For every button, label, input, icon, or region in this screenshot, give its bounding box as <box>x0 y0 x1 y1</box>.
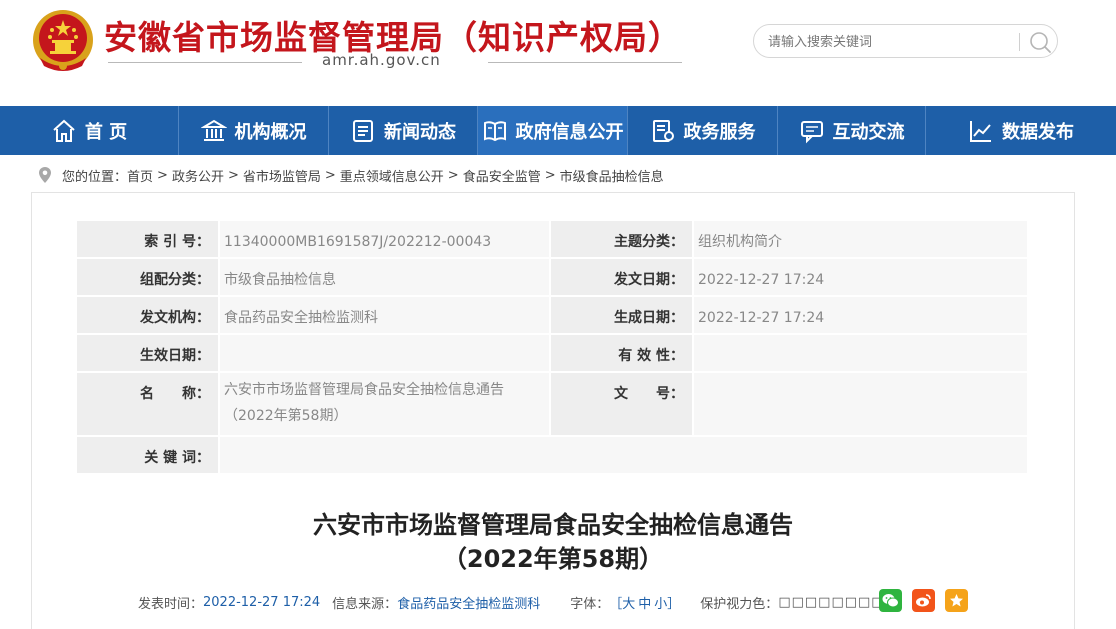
keywords-label: 关 键 词： <box>77 437 220 473</box>
nav-item-data[interactable]: 数据发布 <box>926 106 1116 155</box>
created-label: 生成日期： <box>551 297 694 333</box>
nav-item-home[interactable]: 首 页 <box>0 106 179 155</box>
docno-label: 文 号： <box>551 373 694 435</box>
docno-value <box>694 373 1027 435</box>
article-info-bar: 发表时间： 2022-12-27 17:24 信息来源： 食品药品安全抽检监测科… <box>138 593 898 612</box>
vision-label: 保护视力色： <box>700 596 779 612</box>
nav-label: 政务服务 <box>683 121 756 143</box>
news-icon <box>353 119 373 142</box>
search-divider <box>1019 33 1020 51</box>
search-icon[interactable] <box>1026 28 1054 56</box>
chart-icon <box>970 120 991 142</box>
effective-label: 生效日期： <box>77 335 220 371</box>
breadcrumb-prefix: 您的位置： <box>62 169 128 185</box>
meta-row: 关 键 词： <box>77 437 1029 475</box>
nav-item-news[interactable]: 新闻动态 <box>329 106 478 155</box>
topic-value: 组织机构简介 <box>694 221 1027 257</box>
font-bracket-close: ］ <box>667 596 681 612</box>
nav-label: 政府信息公开 <box>515 121 624 143</box>
location-pin-icon <box>39 167 51 183</box>
breadcrumb-home[interactable]: 首页 <box>127 166 153 185</box>
name-value: 六安市市场监督管理局食品安全抽检信息通告 （2022年第58期） <box>220 373 551 435</box>
index-label: 索 引 号： <box>77 221 220 257</box>
category-label: 组配分类： <box>77 259 220 295</box>
national-emblem-icon <box>33 10 93 71</box>
time-value: 2022-12-27 17:24 <box>203 594 321 610</box>
article-title-line1: 六安市市场监督管理局食品安全抽检信息通告 <box>313 511 793 539</box>
breadcrumb-food-safety[interactable]: 食品安全监管 <box>463 166 541 185</box>
meta-row: 名 称： 六安市市场监督管理局食品安全抽检信息通告 （2022年第58期） 文 … <box>77 373 1029 437</box>
font-small-button[interactable]: 小 <box>654 593 667 612</box>
chat-icon <box>800 120 823 143</box>
site-domain: amr.ah.gov.cn <box>322 51 441 69</box>
meta-row: 发文机构： 食品药品安全抽检监测科 生成日期： 2022-12-27 17:24 <box>77 297 1029 335</box>
source-value: 食品药品安全抽检监测科 <box>397 596 541 612</box>
org-label: 发文机构： <box>77 297 220 333</box>
time-label: 发表时间： <box>138 596 204 612</box>
name-label: 名 称： <box>77 373 220 435</box>
pubdate-value: 2022-12-27 17:24 <box>694 259 1027 295</box>
font-bracket-open: ［ <box>609 596 623 612</box>
open-book-icon <box>483 120 506 141</box>
nav-label: 机构概况 <box>234 121 307 143</box>
share-wechat-button[interactable] <box>879 589 902 612</box>
created-value: 2022-12-27 17:24 <box>694 297 1027 333</box>
nav-item-institution[interactable]: 机构概况 <box>179 106 329 155</box>
font-large-button[interactable]: 大 <box>622 593 635 612</box>
service-form-icon <box>652 119 674 142</box>
breadcrumb-separator: > <box>227 167 239 183</box>
article-title-line2: （2022年第58期） <box>442 545 664 573</box>
valid-label: 有 效 性： <box>551 335 694 371</box>
nav-label: 新闻动态 <box>384 121 456 143</box>
meta-row: 生效日期： 有 效 性： <box>77 335 1029 373</box>
name-value-line1: 六安市市场监督管理局食品安全抽检信息通告 <box>224 382 504 398</box>
effective-value <box>220 335 551 371</box>
valid-value <box>694 335 1027 371</box>
breadcrumb-separator: > <box>544 167 556 183</box>
title-rule-right <box>488 62 682 63</box>
breadcrumb-separator: > <box>157 167 168 183</box>
wechat-icon <box>882 594 899 608</box>
nav-item-services[interactable]: 政务服务 <box>628 106 778 155</box>
nav-label: 数据发布 <box>1002 121 1074 143</box>
org-value: 食品药品安全抽检监测科 <box>220 297 551 333</box>
weibo-icon <box>916 594 931 607</box>
nav-item-gov-info[interactable]: 政府信息公开 <box>478 106 628 155</box>
breadcrumb-bureau[interactable]: 省市场监管局 <box>243 166 321 185</box>
source-label: 信息来源： <box>332 596 398 612</box>
search-box <box>753 24 1058 58</box>
category-value: 市级食品抽检信息 <box>220 259 551 295</box>
article-title: 六安市市场监督管理局食品安全抽检信息通告 （2022年第58期） <box>32 509 1074 575</box>
site-header: 安徽省市场监督管理局（知识产权局） amr.ah.gov.cn <box>0 0 1116 106</box>
meta-row: 索 引 号： 11340000MB1691587J/202212-00043 主… <box>77 221 1029 259</box>
breadcrumb-separator: > <box>447 167 459 183</box>
content-panel: 索 引 号： 11340000MB1691587J/202212-00043 主… <box>31 192 1075 629</box>
meta-row: 组配分类： 市级食品抽检信息 发文日期： 2022-12-27 17:24 <box>77 259 1029 297</box>
title-rule-left <box>108 62 302 63</box>
name-value-line2: （2022年第58期） <box>224 408 348 424</box>
breadcrumb-key-areas[interactable]: 重点领域信息公开 <box>340 166 444 185</box>
nav-label: 首 页 <box>84 121 128 143</box>
font-medium-button[interactable]: 中 <box>638 593 651 612</box>
share-weibo-button[interactable] <box>912 589 935 612</box>
home-icon <box>53 119 75 142</box>
index-value: 11340000MB1691587J/202212-00043 <box>220 221 551 257</box>
metadata-table: 索 引 号： 11340000MB1691587J/202212-00043 主… <box>77 221 1029 475</box>
pubdate-label: 发文日期： <box>551 259 694 295</box>
nav-label: 互动交流 <box>832 121 905 143</box>
topic-label: 主题分类： <box>551 221 694 257</box>
institution-icon <box>200 119 227 141</box>
star-icon <box>950 594 963 607</box>
breadcrumb-separator: > <box>324 167 336 183</box>
keywords-value <box>220 437 1027 473</box>
favorite-button[interactable] <box>945 589 968 612</box>
breadcrumb-city-inspection[interactable]: 市级食品抽检信息 <box>560 166 664 185</box>
font-label: 字体： <box>570 596 610 612</box>
breadcrumb-gov-affairs[interactable]: 政务公开 <box>172 166 224 185</box>
nav-item-interaction[interactable]: 互动交流 <box>778 106 926 155</box>
breadcrumb: 您的位置： 首页 > 政务公开 > 省市场监管局 > 重点领域信息公开 > 食品… <box>38 164 664 186</box>
main-nav: 首 页 机构概况 新闻动态 政府信息公开 政务服务 互动交流 数据发布 <box>0 106 1116 155</box>
search-input[interactable] <box>768 32 1008 52</box>
